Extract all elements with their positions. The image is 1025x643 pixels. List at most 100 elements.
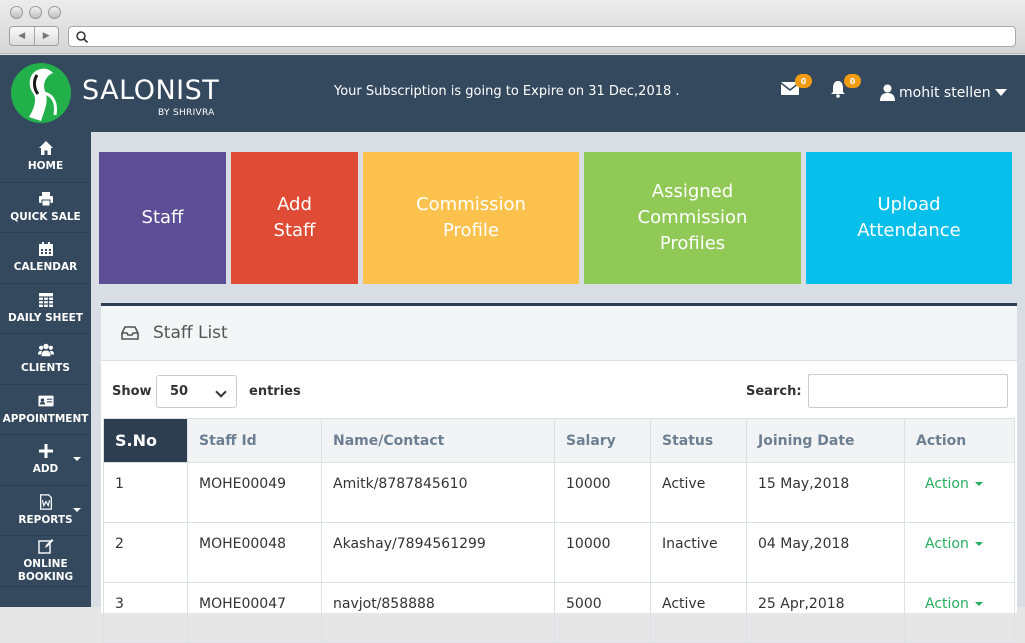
document-icon: [39, 494, 52, 510]
page-size-value: 50: [170, 384, 189, 399]
cell-name-contact: Akashay/7894561299: [321, 522, 555, 583]
table-header-row: S.No Staff Id Name/Contact Salary Status…: [103, 418, 1015, 463]
forward-arrow-icon[interactable]: ▶: [35, 27, 59, 45]
cell-status: Active: [650, 582, 747, 643]
logo-silhouette-icon: [29, 68, 57, 121]
table-controls: Show 50 entries Search:: [101, 374, 1017, 410]
sidebar-item-label: ONLINE BOOKING: [17, 557, 74, 583]
inbox-icon: [121, 326, 139, 340]
sidebar-item-add[interactable]: ADD: [0, 435, 91, 486]
column-header-salary[interactable]: Salary: [554, 418, 651, 463]
cell-staff-id: MOHE00049: [187, 462, 322, 523]
app-header: SALONIST BY SHRIVRA Your Subscription is…: [0, 55, 1025, 132]
table-icon: [38, 292, 53, 307]
table-row: 2 MOHE00048 Akashay/7894561299 10000 Ina…: [103, 522, 1015, 583]
notifications-button[interactable]: 0: [829, 74, 861, 100]
tile-label: Staff: [141, 207, 184, 228]
sidebar-item-label: REPORTS: [18, 513, 73, 526]
caret-down-icon: [974, 601, 983, 606]
caret-down-icon: [974, 541, 983, 546]
sidebar-item-daily-sheet[interactable]: DAILY SHEET: [0, 284, 91, 334]
maximize-window-button[interactable]: [48, 6, 61, 19]
address-bar[interactable]: [68, 26, 1016, 47]
cell-joining-date: 04 May,2018: [746, 522, 905, 583]
action-dropdown[interactable]: Action: [904, 582, 1015, 643]
user-name: mohit stellen: [899, 84, 991, 101]
cell-salary: 10000: [554, 462, 651, 523]
mail-button[interactable]: 0: [780, 74, 812, 100]
id-card-icon: [37, 395, 54, 407]
history-nav: ◀ ▶: [9, 26, 59, 46]
cell-joining-date: 15 May,2018: [746, 462, 905, 523]
page-size-select[interactable]: 50: [156, 375, 237, 408]
printer-icon: [38, 191, 53, 207]
mail-count-badge: 0: [795, 74, 812, 88]
sidebar-item-label: CLIENTS: [21, 362, 70, 375]
cell-name-contact: navjot/858888: [321, 582, 555, 643]
caret-down-icon: [974, 481, 983, 486]
tile-upload-attendance[interactable]: Upload Attendance: [806, 152, 1012, 284]
calendar-icon: [38, 242, 53, 257]
column-header-status[interactable]: Status: [650, 418, 747, 463]
cell-sno: 2: [103, 522, 188, 583]
table-row: 3 MOHE00047 navjot/858888 5000 Active 25…: [103, 582, 1015, 643]
column-header-action: Action: [904, 418, 1015, 463]
cell-staff-id: MOHE00047: [187, 582, 322, 643]
sidebar-item-label: DAILY SHEET: [8, 311, 83, 324]
tile-label: Upload Attendance: [857, 194, 961, 241]
user-menu[interactable]: mohit stellen: [880, 84, 1007, 101]
column-header-joining-date[interactable]: Joining Date: [746, 418, 905, 463]
browser-chrome: ◀ ▶: [0, 0, 1025, 54]
cell-sno: 1: [103, 462, 188, 523]
sidebar-item-calendar[interactable]: CALENDAR: [0, 233, 91, 284]
column-header-name-contact[interactable]: Name/Contact: [321, 418, 555, 463]
search-input[interactable]: [808, 374, 1008, 408]
cell-staff-id: MOHE00048: [187, 522, 322, 583]
sidebar-item-reports[interactable]: REPORTS: [0, 486, 91, 536]
edit-icon: [37, 538, 53, 554]
minimize-window-button[interactable]: [29, 6, 42, 19]
home-icon: [38, 141, 53, 156]
sidebar-item-appointment[interactable]: APPOINTMENT: [0, 385, 91, 435]
chevron-down-icon: [215, 386, 227, 398]
tile-staff[interactable]: Staff: [99, 152, 226, 284]
chevron-down-icon: [994, 88, 1007, 96]
panel-title: Staff List: [153, 323, 228, 343]
action-label: Action: [925, 535, 969, 552]
entries-label: entries: [249, 384, 301, 399]
action-label: Action: [925, 475, 969, 492]
sidebar-item-home[interactable]: HOME: [0, 132, 91, 183]
tile-add-staff[interactable]: Add Staff: [231, 152, 358, 284]
action-label: Action: [925, 595, 969, 612]
staff-table: S.No Staff Id Name/Contact Salary Status…: [103, 418, 1015, 643]
sidebar-item-label: QUICK SALE: [10, 210, 81, 223]
notification-count-badge: 0: [844, 74, 861, 88]
plus-icon: [38, 444, 53, 459]
brand-name: SALONIST: [82, 75, 220, 106]
tile-label: Assigned Commission Profiles: [637, 181, 748, 254]
cell-name-contact: Amitk/8787845610: [321, 462, 555, 523]
tile-label: Add Staff: [273, 194, 316, 241]
column-header-sno[interactable]: S.No: [103, 418, 188, 463]
cell-status: Active: [650, 462, 747, 523]
search-label: Search:: [746, 384, 802, 399]
sidebar-item-clients[interactable]: CLIENTS: [0, 334, 91, 385]
action-dropdown[interactable]: Action: [904, 462, 1015, 523]
action-dropdown[interactable]: Action: [904, 522, 1015, 583]
cell-joining-date: 25 Apr,2018: [746, 582, 905, 643]
close-window-button[interactable]: [10, 6, 23, 19]
cell-salary: 5000: [554, 582, 651, 643]
tile-label: Commission Profile: [416, 194, 526, 241]
sidebar-item-label: ADD: [32, 463, 59, 476]
back-arrow-icon[interactable]: ◀: [10, 27, 35, 45]
column-header-staff-id[interactable]: Staff Id: [187, 418, 322, 463]
salonist-logo[interactable]: [11, 63, 71, 123]
caret-down-icon: [73, 457, 81, 461]
window-controls: [10, 6, 61, 19]
tile-commission-profile[interactable]: Commission Profile: [363, 152, 579, 284]
sidebar-item-quick-sale[interactable]: QUICK SALE: [0, 183, 91, 233]
tile-assigned-commission-profiles[interactable]: Assigned Commission Profiles: [584, 152, 801, 284]
show-label: Show: [112, 384, 152, 399]
brand-subtitle: BY SHRIVRA: [158, 108, 215, 118]
sidebar-item-online-booking[interactable]: ONLINE BOOKING: [0, 536, 91, 587]
